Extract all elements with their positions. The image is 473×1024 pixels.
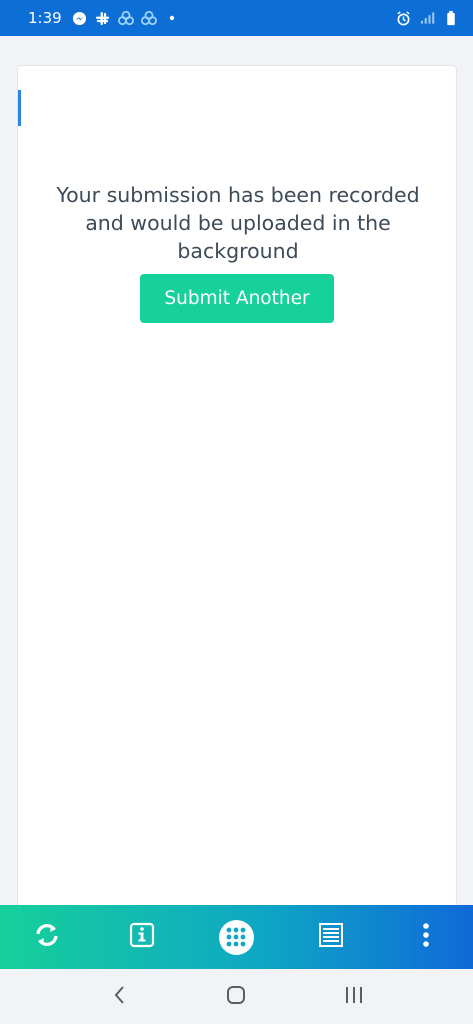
notification-icons: [72, 10, 180, 26]
apps-grid-icon: [218, 919, 254, 955]
slack-icon: [95, 10, 111, 26]
home-icon: [225, 984, 247, 1010]
more-vertical-icon: [422, 922, 430, 952]
status-bar: 1:39: [0, 0, 473, 36]
list-button[interactable]: [307, 913, 355, 961]
apps-grid-button[interactable]: [212, 913, 260, 961]
recents-icon: [343, 985, 365, 1009]
system-icons: [395, 10, 459, 26]
info-button[interactable]: [118, 913, 166, 961]
status-time: 1:39: [28, 9, 62, 27]
signal-icon: [419, 10, 435, 26]
submission-message: Your submission has been recorded and wo…: [56, 183, 420, 263]
recents-button[interactable]: [332, 975, 376, 1019]
app-toolbar: [0, 905, 473, 969]
sync-button[interactable]: [23, 913, 71, 961]
battery-icon: [443, 10, 459, 26]
submission-card: Your submission has been recorded and wo…: [17, 65, 457, 925]
back-icon: [112, 985, 126, 1009]
back-button[interactable]: [97, 975, 141, 1019]
list-icon: [318, 922, 344, 952]
info-icon: [129, 922, 155, 952]
dot-icon: [164, 10, 180, 26]
cloud-sync-icon: [140, 10, 157, 26]
home-button[interactable]: [214, 975, 258, 1019]
system-nav-bar: [0, 969, 473, 1024]
submit-another-button[interactable]: Submit Another: [140, 274, 334, 323]
messenger-icon: [72, 10, 88, 26]
sync-icon: [32, 920, 62, 954]
focus-indicator: [18, 90, 21, 126]
cloud-sync-icon: [117, 10, 134, 26]
more-options-button[interactable]: [402, 913, 450, 961]
alarm-icon: [395, 10, 411, 26]
